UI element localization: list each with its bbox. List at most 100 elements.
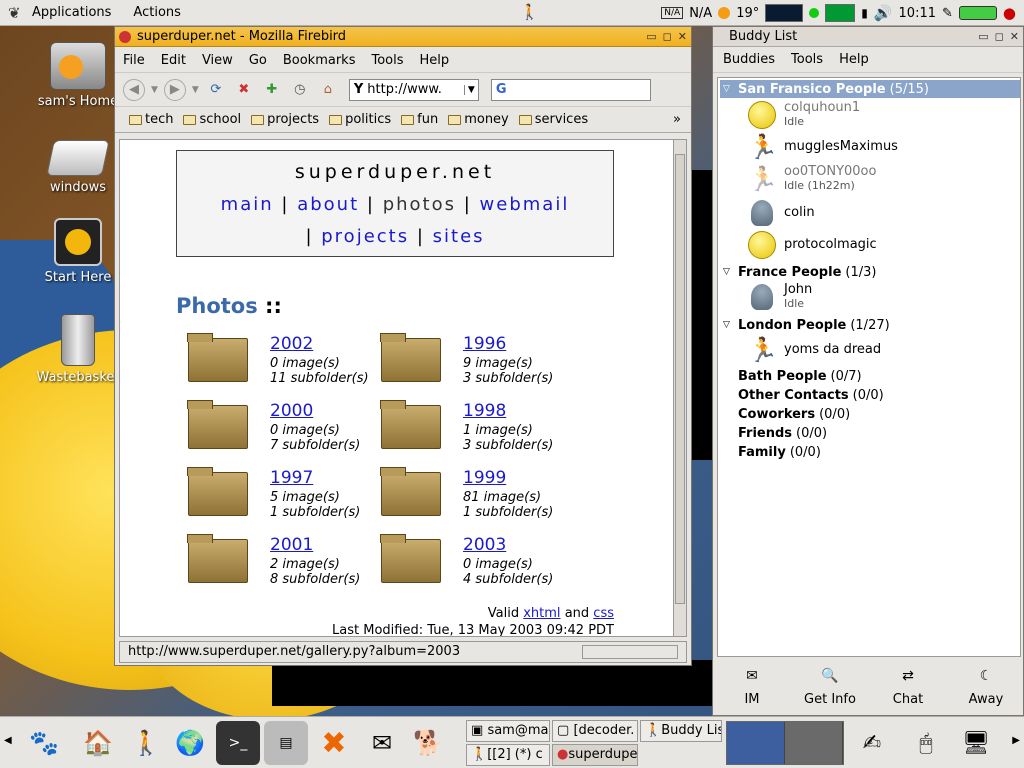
menu-go[interactable]: Go	[249, 53, 267, 68]
mouse-launcher-icon[interactable]: 🖱	[904, 721, 948, 765]
panel-launcher-icon[interactable]: 🚶	[520, 3, 539, 21]
album-link[interactable]: 2003	[463, 535, 553, 555]
desktop-icon-windows[interactable]: windows	[32, 134, 124, 195]
memory-monitor[interactable]	[825, 4, 856, 22]
maximize-icon[interactable]: ◻	[995, 30, 1004, 43]
bookmark-folder[interactable]: services	[518, 112, 588, 127]
desktop-icon-wastebasket[interactable]: Wastebasket	[32, 314, 124, 385]
expander-icon[interactable]: ▽	[723, 84, 730, 94]
minimize-icon[interactable]: ▭	[978, 30, 988, 43]
minimize-icon[interactable]: ▭	[646, 30, 656, 43]
bookmark-folder[interactable]: money	[448, 112, 509, 127]
firebird-window[interactable]: superduper.net - Mozilla Firebird ▭ ◻ ✕ …	[114, 26, 692, 666]
gimp-launcher-icon[interactable]: 🐕	[406, 721, 450, 765]
terminal-window-fragment[interactable]	[272, 660, 712, 706]
scrollbar-thumb[interactable]	[675, 154, 685, 604]
url-field[interactable]: Y http://www. ▼	[348, 78, 479, 101]
history-icon[interactable]: ◷	[289, 79, 311, 101]
close-icon[interactable]: ✕	[678, 30, 687, 43]
album-item[interactable]: 2000 0 image(s) 7 subfolder(s)	[184, 400, 374, 461]
album-item[interactable]: 2003 0 image(s) 4 subfolder(s)	[377, 534, 567, 595]
menu-edit[interactable]: Edit	[161, 53, 186, 68]
album-item[interactable]: 1998 1 image(s) 3 subfolder(s)	[377, 400, 567, 461]
album-item[interactable]: 1996 9 image(s) 3 subfolder(s)	[377, 333, 567, 394]
home-icon[interactable]: ⌂	[317, 79, 339, 101]
firebird-titlebar[interactable]: superduper.net - Mozilla Firebird ▭ ◻ ✕	[115, 27, 691, 47]
album-link[interactable]: 2000	[270, 401, 360, 421]
vertical-scrollbar[interactable]	[673, 139, 687, 637]
menu-buddies[interactable]: Buddies	[723, 52, 775, 67]
album-item[interactable]: 1997 5 image(s) 1 subfolder(s)	[184, 467, 374, 528]
home-launcher-icon[interactable]: 🏠	[76, 721, 120, 765]
album-link[interactable]: 2001	[270, 535, 360, 555]
album-link[interactable]: 1997	[270, 468, 360, 488]
xhtml-link[interactable]: xhtml	[523, 606, 560, 621]
buddy-list-window[interactable]: Buddy List ▭ ◻ ✕ Buddies Tools Help ▽ San…	[712, 26, 1024, 716]
album-link[interactable]: 2002	[270, 334, 369, 354]
buddy-row[interactable]: mugglesMaximus	[748, 132, 1018, 162]
menu-file[interactable]: File	[123, 53, 145, 68]
maximize-icon[interactable]: ◻	[663, 30, 672, 43]
album-item[interactable]: 2001 2 image(s) 8 subfolder(s)	[184, 534, 374, 595]
chat-button[interactable]: ⇄ Chat	[873, 668, 943, 707]
buddy-row[interactable]: oo0TONY00ooIdle (1h22m)	[748, 164, 1018, 194]
terminal-launcher-icon[interactable]: >_	[216, 721, 260, 765]
expander-icon[interactable]: ▽	[723, 267, 730, 277]
clock[interactable]: 10:11	[899, 6, 936, 21]
task-button[interactable]: ▣ sam@mag	[466, 720, 550, 742]
menu-help[interactable]: Help	[420, 53, 450, 68]
task-button[interactable]: 🚶[[2] (*) c	[466, 744, 550, 766]
nav-sites[interactable]: sites	[433, 226, 485, 247]
panel-left-arrow-icon[interactable]: ◀	[4, 735, 12, 746]
applications-menu[interactable]: Applications	[32, 5, 111, 20]
panel-right-arrow-icon[interactable]: ▶	[1012, 735, 1020, 746]
xchat-launcher-icon[interactable]: ✖	[312, 721, 356, 765]
album-link[interactable]: 1996	[463, 334, 553, 354]
search-field[interactable]: G	[490, 78, 651, 101]
nav-main[interactable]: main	[221, 194, 274, 215]
gnome-foot-icon[interactable]: ❦	[8, 4, 26, 22]
screensaver-launcher-icon[interactable]: 🖥	[954, 721, 998, 765]
menu-view[interactable]: View	[202, 53, 233, 68]
album-link[interactable]: 1998	[463, 401, 553, 421]
away-button[interactable]: ☾ Away	[951, 668, 1021, 707]
close-icon[interactable]: ✕	[1010, 30, 1019, 43]
bookmark-folder[interactable]: school	[183, 112, 241, 127]
workspace-2[interactable]	[785, 722, 843, 764]
cpu-monitor[interactable]	[765, 4, 804, 22]
bookmark-folder[interactable]: fun	[401, 112, 438, 127]
menu-tools[interactable]: Tools	[791, 52, 823, 67]
group-row[interactable]: ▽ London People (1/27)	[720, 316, 1020, 334]
volume-icon[interactable]: 🔊	[874, 4, 893, 22]
menu-bookmarks[interactable]: Bookmarks	[283, 53, 356, 68]
terminal-window-fragment-side[interactable]	[690, 170, 714, 460]
buddy-row[interactable]: John Idle	[748, 282, 1018, 312]
menu-help[interactable]: Help	[839, 52, 869, 67]
group-row[interactable]: ▽ San Fransico People (5/15)	[720, 80, 1020, 98]
mail-launcher-icon[interactable]: ✉	[360, 721, 404, 765]
url-dropdown-icon[interactable]: ▼	[463, 84, 478, 95]
buddy-row[interactable]: yoms da dread	[748, 335, 1018, 365]
back-dropdown-icon[interactable]: ▼	[151, 85, 158, 95]
workspace-1[interactable]	[727, 722, 785, 764]
get-info-button[interactable]: 🔍 Get Info	[795, 668, 865, 707]
buddy-row[interactable]: colin	[748, 198, 1018, 228]
expander-icon[interactable]: ▽	[723, 320, 730, 330]
group-row[interactable]: Coworkers (0/0)	[720, 405, 1020, 423]
stop-icon[interactable]: ✖	[233, 79, 255, 101]
buddy-row[interactable]: protocolmagic	[748, 230, 1018, 260]
desktop-icon-home[interactable]: sam's Home	[32, 42, 124, 109]
album-link[interactable]: 1999	[463, 468, 553, 488]
forward-dropdown-icon[interactable]: ▼	[192, 85, 199, 95]
bookmark-folder[interactable]: tech	[129, 112, 173, 127]
chevron-right-icon[interactable]: »	[673, 112, 681, 127]
add-bookmark-icon[interactable]: ✚	[261, 79, 283, 101]
album-item[interactable]: 1999 81 image(s) 1 subfolder(s)	[377, 467, 567, 528]
group-row[interactable]: Family (0/0)	[720, 443, 1020, 461]
bookmark-folder[interactable]: politics	[329, 112, 391, 127]
bookmark-folder[interactable]: projects	[251, 112, 319, 127]
buddy-list-titlebar[interactable]: Buddy List ▭ ◻ ✕	[713, 27, 1023, 47]
nav-projects[interactable]: projects	[321, 226, 409, 247]
group-row[interactable]: Other Contacts (0/0)	[720, 386, 1020, 404]
actions-menu[interactable]: Actions	[133, 5, 181, 20]
